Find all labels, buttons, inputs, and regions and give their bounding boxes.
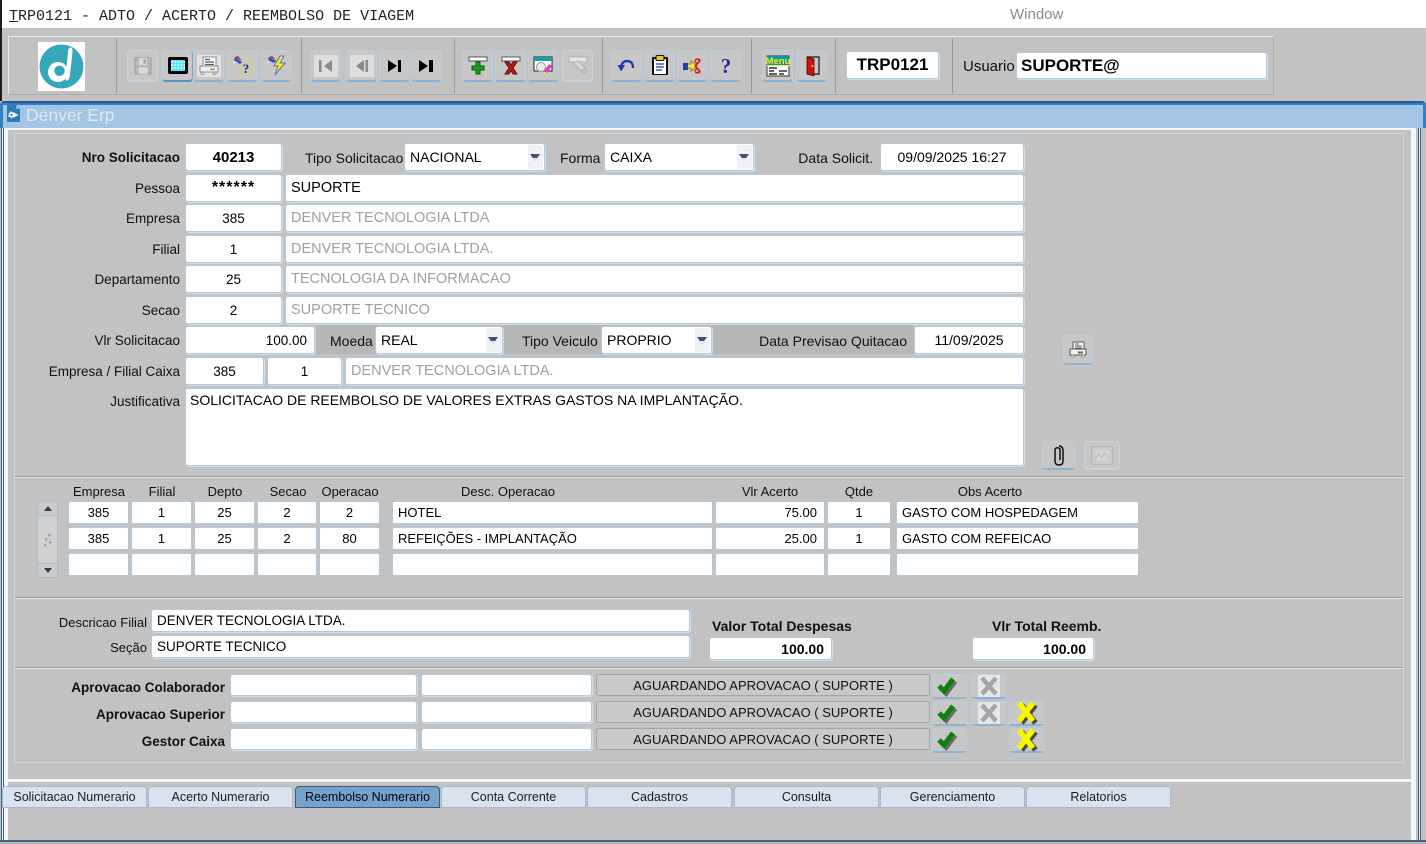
svg-text:Menu: Menu: [766, 56, 790, 67]
svg-text:?: ?: [242, 61, 249, 76]
svg-text:?: ?: [720, 55, 731, 77]
